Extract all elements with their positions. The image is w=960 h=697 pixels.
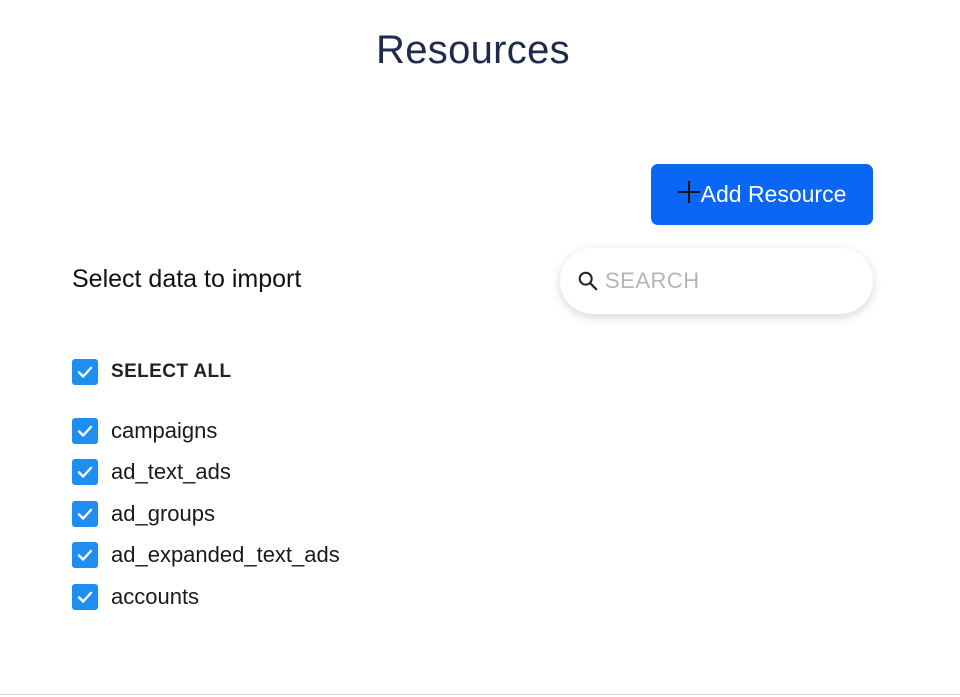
select-all-label: SELECT ALL: [111, 361, 232, 382]
resource-checkbox[interactable]: [72, 459, 98, 485]
page-title: Resources: [376, 28, 570, 72]
search-input[interactable]: [605, 268, 845, 294]
checkmark-icon: [77, 591, 93, 603]
add-resource-label: Add Resource: [700, 181, 847, 207]
add-resource-button[interactable]: Add Resource: [651, 164, 873, 225]
select-all-row[interactable]: SELECT ALL: [72, 359, 231, 385]
resource-label: campaigns: [111, 418, 218, 443]
resource-checkbox[interactable]: [72, 542, 98, 568]
checkmark-icon: [77, 508, 93, 520]
resource-label: accounts: [111, 584, 200, 609]
search-icon: [578, 271, 598, 291]
checkmark-icon: [77, 366, 93, 378]
checkmark-icon: [77, 425, 93, 437]
bottom-divider: [0, 694, 960, 695]
resource-item[interactable]: ad_text_ads: [72, 459, 231, 485]
resource-label: ad_text_ads: [111, 459, 231, 484]
resource-item[interactable]: ad_groups: [72, 501, 215, 527]
select-all-checkbox[interactable]: [72, 359, 98, 385]
checkmark-icon: [77, 549, 93, 561]
resource-item[interactable]: campaigns: [72, 418, 217, 444]
resource-checkbox[interactable]: [72, 584, 98, 610]
checkmark-icon: [77, 466, 93, 478]
resource-item[interactable]: accounts: [72, 584, 199, 610]
section-heading: Select data to import: [72, 265, 302, 293]
resource-item[interactable]: ad_expanded_text_ads: [72, 542, 340, 568]
search-box[interactable]: [560, 248, 873, 314]
resources-page: Resources Add Resource Select data to im…: [0, 0, 960, 697]
resource-label: ad_expanded_text_ads: [111, 542, 340, 567]
resource-label: ad_groups: [111, 501, 215, 526]
resource-checkbox[interactable]: [72, 418, 98, 444]
resource-checkbox[interactable]: [72, 501, 98, 527]
plus-icon: [677, 180, 700, 203]
